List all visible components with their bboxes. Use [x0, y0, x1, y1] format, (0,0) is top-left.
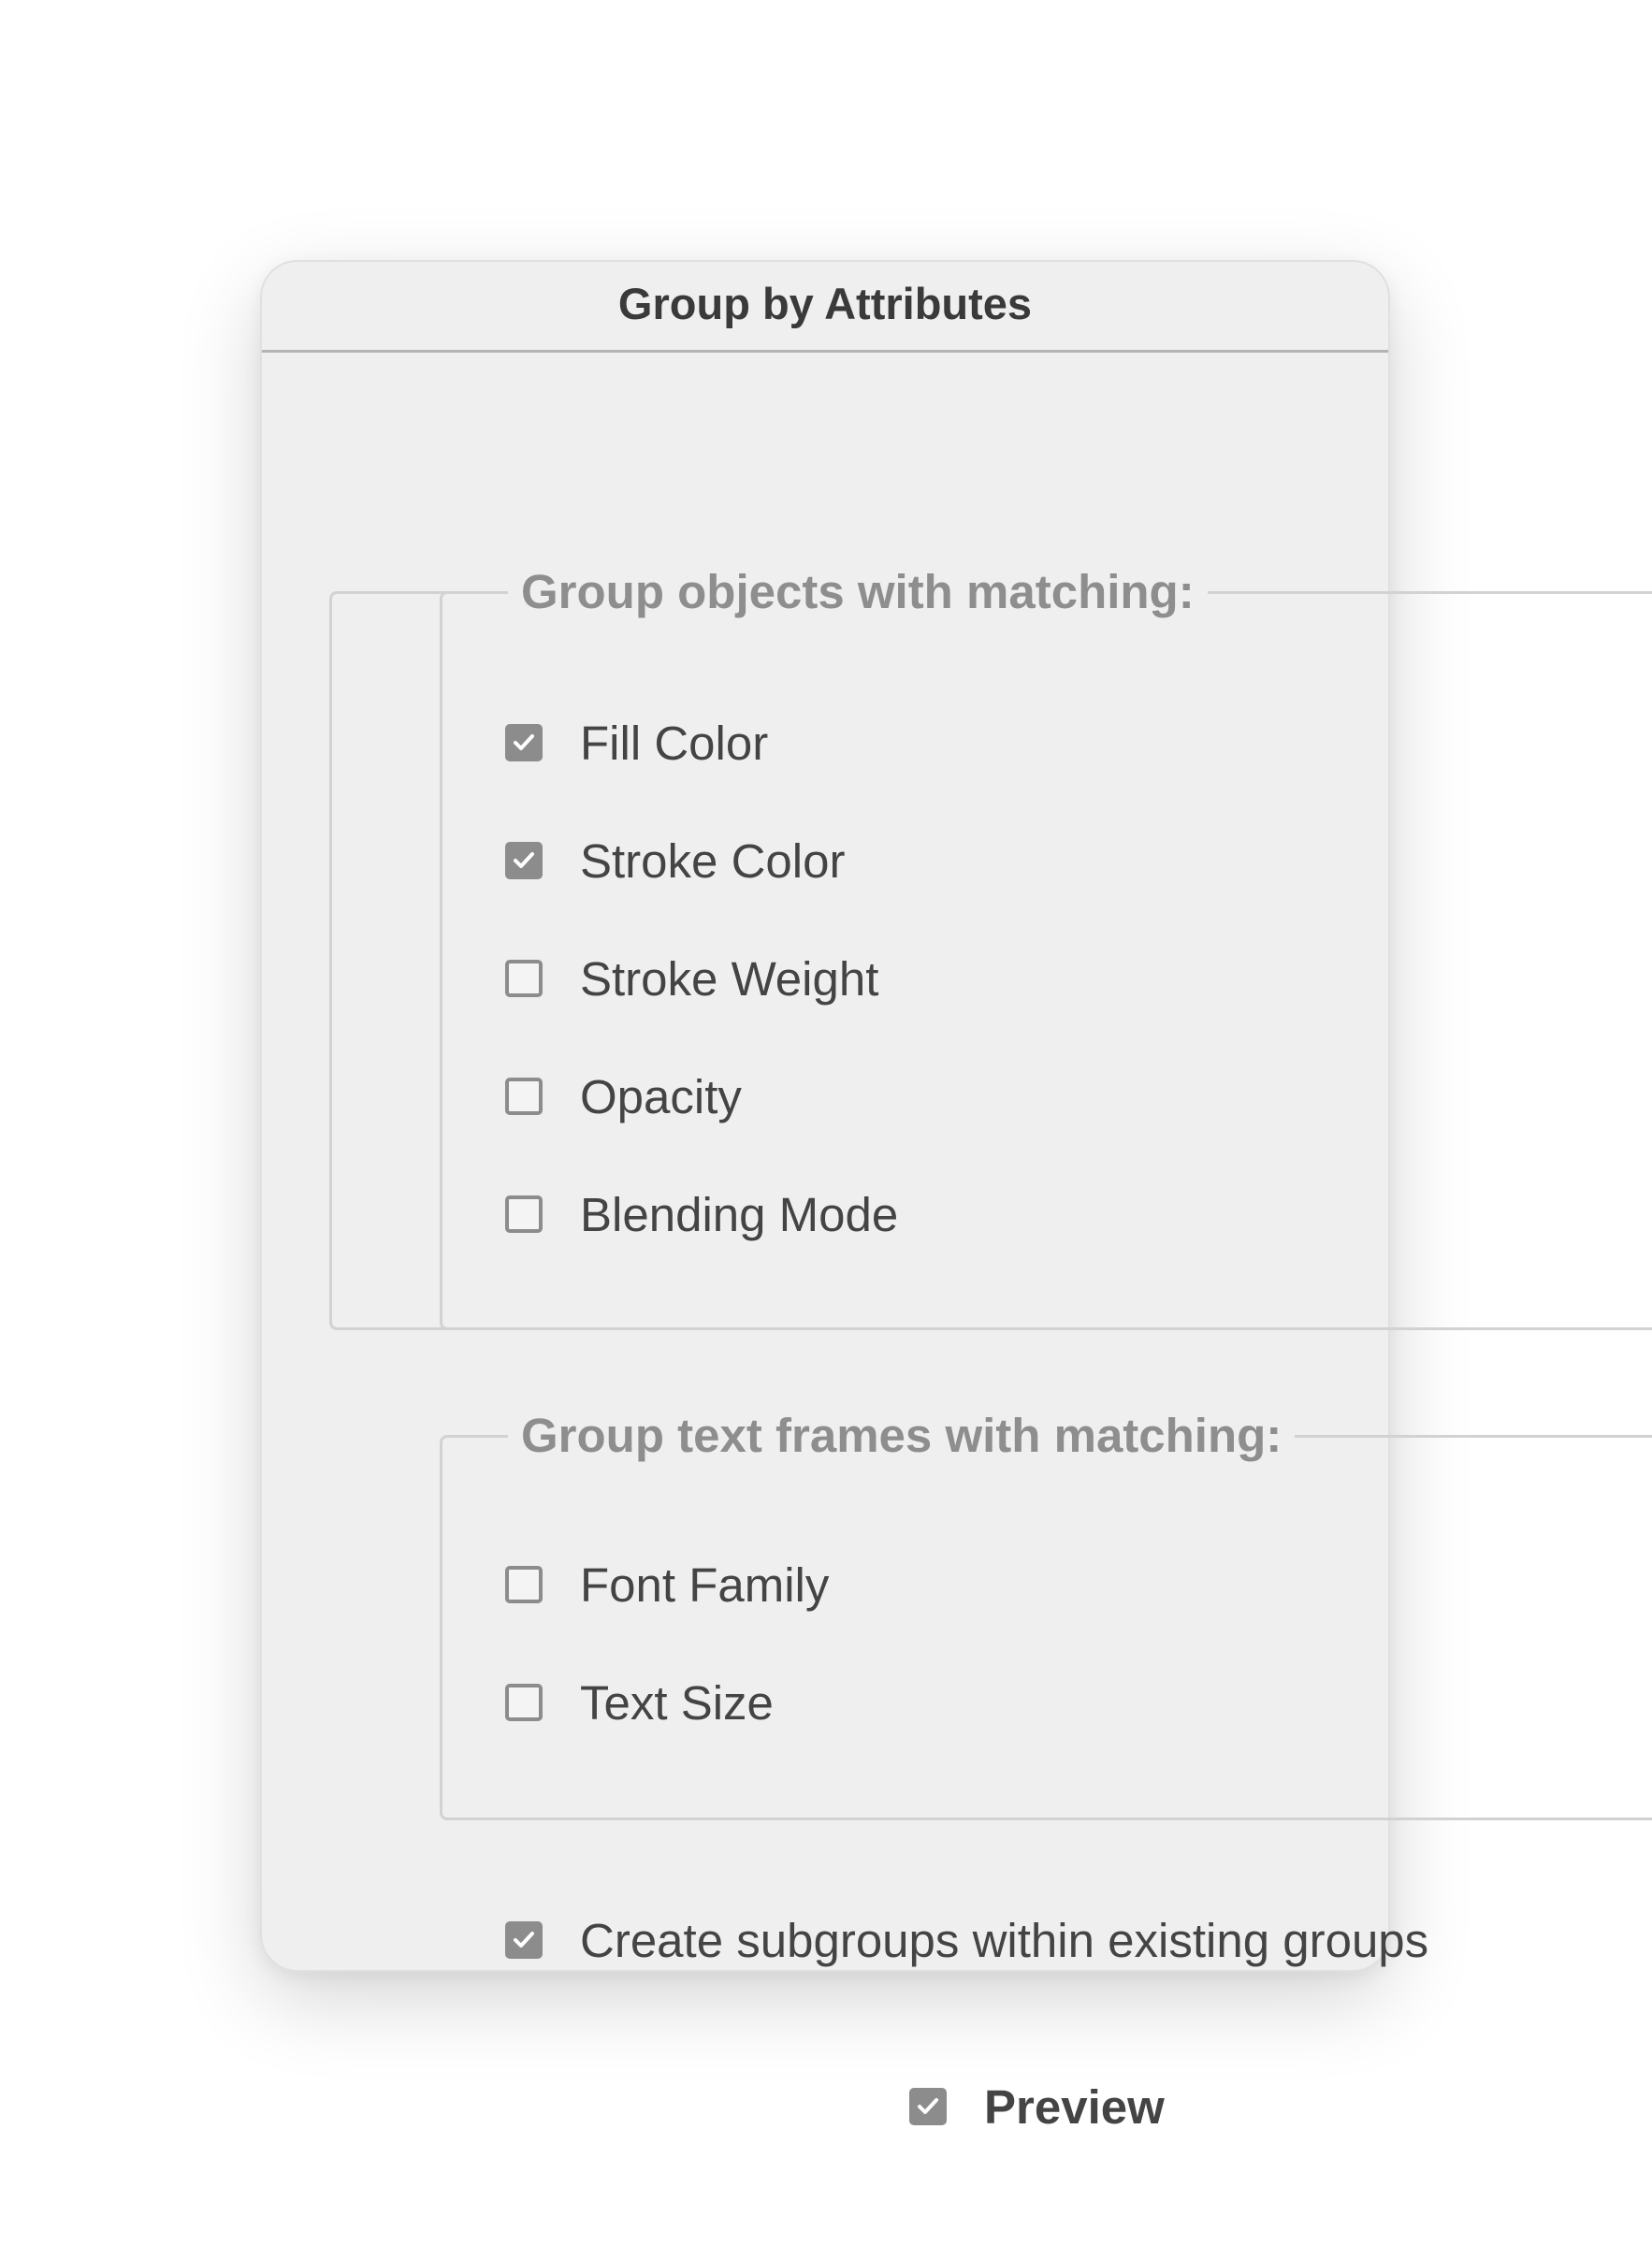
option-font-family[interactable]: Font Family — [505, 1555, 829, 1615]
checkmark-icon — [918, 2098, 938, 2114]
create-subgroups-checkbox[interactable] — [505, 1921, 543, 1959]
checkmark-icon — [514, 734, 534, 750]
text-group-box: Group text frames with matching: — [440, 1406, 1652, 1820]
stroke-weight-label: Stroke Weight — [580, 951, 879, 1006]
text-size-label: Text Size — [580, 1675, 774, 1730]
objects-group-legend: Group objects with matching: — [508, 562, 1208, 622]
blending-mode-label: Blending Mode — [580, 1187, 899, 1241]
preview-label: Preview — [984, 2079, 1165, 2134]
opacity-checkbox[interactable] — [505, 1078, 543, 1115]
option-stroke-color[interactable]: Stroke Color — [505, 831, 845, 891]
preview-checkbox[interactable] — [909, 2088, 947, 2125]
opacity-label: Opacity — [580, 1069, 742, 1123]
stroke-color-checkbox[interactable] — [505, 842, 543, 879]
fill-color-checkbox[interactable] — [505, 724, 543, 761]
option-stroke-weight[interactable]: Stroke Weight — [505, 949, 878, 1008]
text-group-legend: Group text frames with matching: — [508, 1406, 1296, 1466]
fill-color-label: Fill Color — [580, 716, 769, 770]
option-fill-color[interactable]: Fill Color — [505, 713, 768, 773]
stroke-color-label: Stroke Color — [580, 833, 846, 888]
text-size-checkbox[interactable] — [505, 1684, 543, 1721]
option-blending-mode[interactable]: Blending Mode — [505, 1184, 898, 1244]
font-family-label: Font Family — [580, 1557, 830, 1612]
create-subgroups-label: Create subgroups within existing groups — [580, 1913, 1429, 1967]
option-create-subgroups[interactable]: Create subgroups within existing groups — [505, 1910, 1428, 1970]
dialog-title: Group by Attributes — [262, 262, 1388, 353]
font-family-checkbox[interactable] — [505, 1566, 543, 1603]
checkmark-icon — [514, 852, 534, 868]
stroke-weight-checkbox[interactable] — [505, 960, 543, 997]
option-opacity[interactable]: Opacity — [505, 1066, 742, 1126]
checkmark-icon — [514, 1932, 534, 1948]
option-preview[interactable]: Preview — [909, 2077, 1165, 2136]
blending-mode-checkbox[interactable] — [505, 1195, 543, 1233]
option-text-size[interactable]: Text Size — [505, 1673, 774, 1732]
